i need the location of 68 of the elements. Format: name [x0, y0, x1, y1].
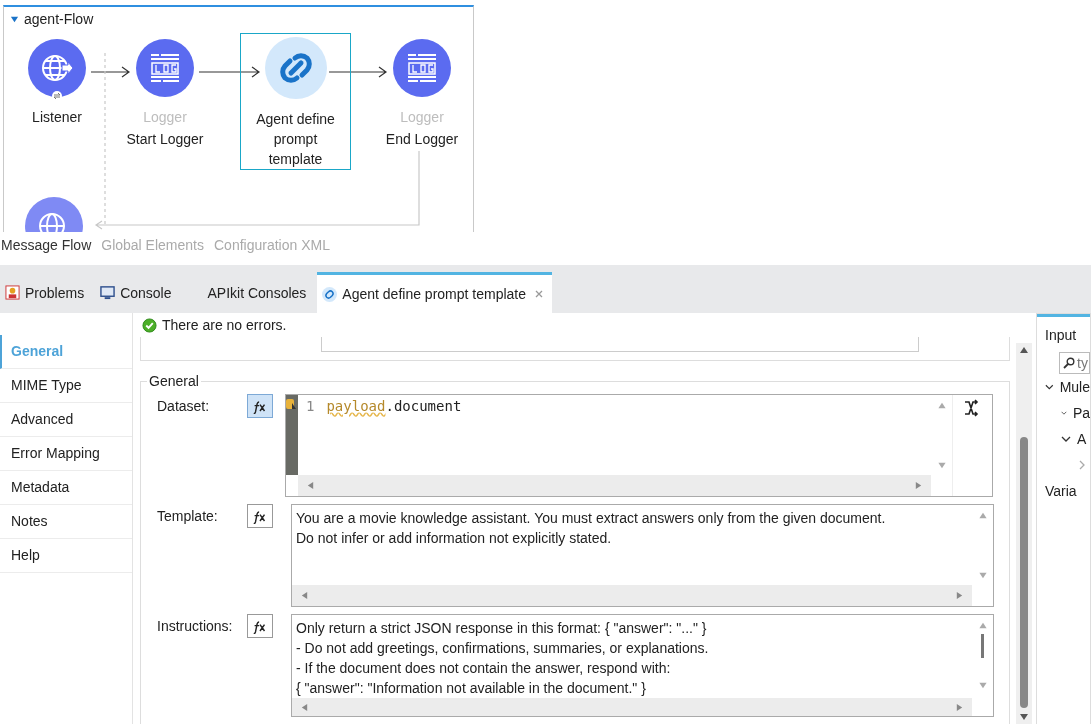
- chain-link-icon[interactable]: [264, 37, 327, 99]
- node-label: Start Logger: [126, 130, 204, 149]
- log-icon[interactable]: [136, 39, 194, 97]
- text-area[interactable]: You are a movie knowledge assistant. You must extract answers only from the given document. Do not infer or add information not explicitly stated.: [291, 504, 994, 607]
- sidebar-item[interactable]: Metadata: [0, 471, 132, 505]
- close-icon[interactable]: [534, 289, 544, 299]
- horizontal-scrollbar[interactable]: [292, 698, 972, 716]
- chain-link-icon: [322, 286, 338, 302]
- scroll-right-icon[interactable]: [955, 591, 964, 600]
- selected-node[interactable]: Agent define prompt template: [240, 33, 351, 170]
- scroll-up-icon[interactable]: [1019, 345, 1029, 355]
- flow-arrow: [198, 66, 261, 78]
- flow-arrow: [328, 66, 388, 78]
- scroll-left-icon[interactable]: [300, 702, 309, 712]
- chevron-down-icon[interactable]: [1061, 434, 1071, 444]
- code-editor[interactable]: 1 payload.document: [285, 394, 993, 497]
- monitor-icon: [100, 285, 116, 300]
- tree-item[interactable]: Varia: [1045, 483, 1077, 499]
- sidebar-item[interactable]: Help: [0, 539, 132, 573]
- tree-item[interactable]: Pa: [1072, 405, 1090, 421]
- node-label: Listener: [32, 108, 82, 127]
- node-label: End Logger: [385, 130, 459, 149]
- globe-icon[interactable]: [28, 39, 86, 97]
- scroll-right-icon[interactable]: [955, 702, 964, 712]
- node-type-label: Logger: [143, 108, 187, 127]
- log-icon[interactable]: [393, 39, 451, 97]
- tree-item[interactable]: Mule: [1059, 379, 1090, 395]
- config-field[interactable]: [321, 337, 919, 352]
- text-content: Only return a strict JSON response in this format: { "answer": "..." } - Do not add greetings, confirmations, summaries, or explanations. - If the document does not contain the answer, respond with: { "answer": "Information not available in the document." }: [295, 619, 710, 698]
- sidebar-item[interactable]: MIME Type: [0, 369, 132, 403]
- panel-tab[interactable]: Problems: [0, 272, 96, 313]
- problems-icon: [5, 285, 20, 300]
- node-type-label: Logger: [400, 108, 444, 127]
- collapse-icon[interactable]: [10, 14, 19, 24]
- flow-name: agent-Flow: [24, 11, 94, 27]
- horizontal-scrollbar[interactable]: [298, 475, 931, 496]
- panel-tab[interactable]: Console: [95, 272, 183, 313]
- field-label: Dataset:: [156, 397, 211, 414]
- field-label: Instructions:: [156, 617, 234, 634]
- chevron-down-icon[interactable]: [1045, 382, 1054, 392]
- scroll-left-icon[interactable]: [300, 591, 309, 600]
- sidebar-item[interactable]: Advanced: [0, 403, 132, 437]
- search-icon: [1063, 357, 1075, 369]
- section-title: General: [147, 373, 201, 389]
- field-label: Template:: [156, 507, 219, 524]
- code-text: payload.document: [326, 398, 462, 416]
- status-message: There are no errors.: [162, 317, 287, 333]
- chevron-right-icon[interactable]: [1077, 460, 1087, 470]
- scroll-down-icon[interactable]: [1019, 712, 1029, 722]
- warning-icon: [286, 399, 296, 411]
- horizontal-scrollbar[interactable]: [292, 585, 972, 606]
- panel-tab[interactable]: APIkit Consoles: [182, 272, 318, 313]
- sidebar-item[interactable]: Notes: [0, 505, 132, 539]
- panel-tab[interactable]: Agent define prompt template: [317, 272, 552, 313]
- editor-tab[interactable]: Message Flow: [1, 237, 92, 253]
- flow-arrow: [90, 66, 131, 78]
- scroll-right-icon[interactable]: [914, 481, 923, 490]
- mapping-icon[interactable]: [962, 399, 980, 417]
- tree-item[interactable]: A: [1077, 431, 1087, 447]
- scroll-left-icon[interactable]: [306, 481, 315, 490]
- text-content: You are a movie knowledge assistant. You must extract answers only from the given document. Do not infer or add information not explicitly stated.: [295, 509, 887, 548]
- sidebar-item[interactable]: Error Mapping: [0, 437, 132, 471]
- scrollbar[interactable]: [1016, 343, 1032, 724]
- line-number: 1: [306, 398, 315, 416]
- text-area[interactable]: [291, 614, 994, 717]
- node-label: Agent define prompt template: [255, 110, 336, 169]
- search-field[interactable]: ty: [1059, 352, 1090, 374]
- swap-icon: [52, 91, 62, 101]
